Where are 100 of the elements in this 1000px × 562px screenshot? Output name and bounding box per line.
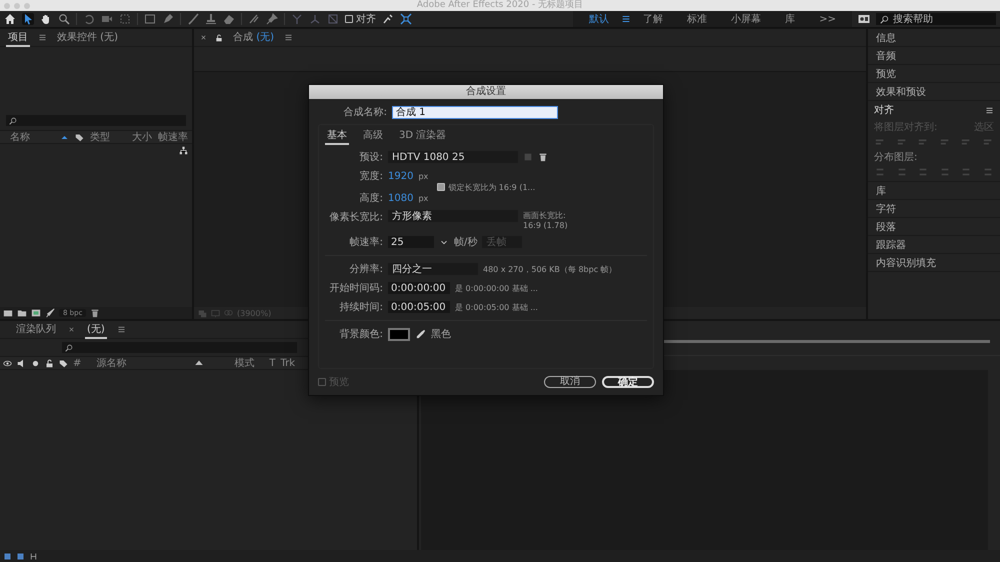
rotate-icon[interactable] — [83, 13, 95, 25]
puppet-pin-icon[interactable] — [266, 13, 278, 25]
column-header[interactable]: T — [269, 358, 276, 368]
workspace-overflow-button[interactable]: >> — [807, 14, 848, 24]
world-axis-icon[interactable] — [309, 13, 321, 25]
resolution-info: 480 x 270，506 KB（每 8bpc 帧） — [483, 264, 617, 274]
field-label: 分辨率: — [348, 262, 383, 276]
panel-menu-icon[interactable] — [38, 33, 47, 42]
sync-settings-icon[interactable] — [858, 13, 870, 25]
field-label: 持续时间: — [338, 300, 383, 314]
new-composition-icon[interactable] — [31, 308, 41, 318]
workspace-tab[interactable]: 标准 — [675, 12, 720, 26]
view-axis-icon[interactable] — [327, 13, 339, 25]
search-icon — [880, 14, 889, 24]
transfer-controls-icon[interactable] — [16, 552, 25, 560]
interpret-footage-icon[interactable] — [3, 308, 13, 318]
trash-icon[interactable] — [90, 308, 100, 318]
hand-icon[interactable] — [40, 13, 52, 25]
folder-icon[interactable] — [17, 308, 27, 318]
panel-tab[interactable]: 效果控件 (无) — [55, 29, 120, 46]
dialog-tab[interactable]: 3D 渲染器 — [397, 127, 448, 145]
cancel-button[interactable]: 取消 — [544, 376, 596, 388]
visibility-icon[interactable] — [3, 358, 12, 368]
workspace-tab[interactable]: 小屏幕 — [719, 12, 774, 26]
duration-icon[interactable] — [29, 552, 38, 560]
home-icon[interactable] — [4, 13, 16, 25]
zoom-icon[interactable] — [58, 13, 70, 25]
column-header[interactable]: 源名称 — [86, 356, 164, 370]
composition-name-field[interactable]: 合成 1 — [392, 106, 558, 118]
frame-rate-field[interactable]: 25 — [388, 236, 434, 248]
close-icon[interactable] — [200, 34, 207, 41]
search-icon — [65, 344, 73, 352]
field-label: 像素长宽比: — [328, 210, 383, 224]
dialog-tab[interactable]: 基本 — [325, 127, 349, 145]
distribute-label: 分布图层: — [874, 151, 918, 164]
trash-icon[interactable] — [538, 152, 548, 162]
timecode-info: 是 0:00:00:00 基础 ... — [455, 282, 538, 294]
project-search-field[interactable] — [6, 115, 186, 126]
dialog-tab[interactable]: 高级 — [361, 127, 385, 145]
menu-icon[interactable] — [621, 14, 632, 24]
camera-icon[interactable] — [101, 13, 113, 25]
window-title: Adobe After Effects 2020 - 无标题项目 — [416, 0, 584, 11]
panel-menu-icon[interactable] — [116, 325, 126, 334]
duration-field[interactable]: 0:00:05:00 — [388, 301, 450, 313]
workspace-tab[interactable]: 库 — [773, 12, 808, 26]
color-swatch[interactable] — [388, 328, 410, 340]
roto-brush-icon[interactable] — [248, 13, 260, 25]
eyedropper-icon[interactable] — [415, 328, 426, 340]
height-value[interactable]: 1080 — [388, 192, 414, 204]
pan-behind-icon[interactable] — [119, 13, 131, 25]
layer-switches-icon[interactable] — [3, 552, 12, 560]
flowchart-icon[interactable] — [179, 146, 188, 155]
label-tag-icon[interactable] — [75, 132, 84, 142]
lock-aspect-checkbox[interactable]: 锁定长宽比为 16:9 (1... — [437, 182, 536, 192]
panel-title: 对齐 — [874, 104, 894, 117]
expand-icon[interactable] — [400, 13, 412, 25]
pen-icon[interactable] — [162, 13, 174, 25]
solo-icon[interactable] — [31, 358, 40, 368]
preset-dropdown[interactable]: HDTV 1080 25 — [388, 151, 518, 163]
column-header[interactable]: 类型 — [90, 130, 126, 144]
workspace-tab[interactable]: 了解 — [631, 12, 676, 26]
panel-menu-icon[interactable] — [284, 33, 293, 42]
stamp-icon[interactable] — [205, 13, 217, 25]
axis-icon[interactable] — [291, 13, 303, 25]
help-search-field[interactable]: 搜索帮助 — [876, 13, 996, 25]
workspace-tab[interactable]: 默认 — [577, 12, 622, 26]
column-header[interactable]: 模式 — [234, 356, 264, 370]
brush-icon[interactable] — [187, 13, 199, 25]
field-label: 合成名称: — [342, 106, 387, 119]
panel-tab[interactable]: 项目 — [6, 29, 30, 46]
start-timecode-field[interactable]: 0:00:00:00 — [388, 282, 450, 294]
column-header[interactable]: 帧速率 — [158, 130, 188, 144]
snap-icon[interactable] — [382, 13, 394, 25]
frame-aspect-label: 画面长宽比: — [523, 210, 567, 221]
lock-icon[interactable] — [45, 358, 54, 368]
column-header[interactable]: # — [73, 358, 82, 368]
panel-tab[interactable]: (无) — [85, 321, 107, 338]
column-header[interactable]: Trk — [280, 358, 296, 368]
audio-icon[interactable] — [17, 358, 26, 368]
lock-icon[interactable] — [215, 34, 223, 42]
composition-tab[interactable]: 合成 (无) — [231, 29, 276, 46]
column-header[interactable]: 大小 — [132, 130, 152, 144]
dialog-title: 合成设置 — [309, 85, 663, 99]
layer-search-field[interactable] — [62, 342, 297, 353]
width-value[interactable]: 1920 — [388, 170, 414, 182]
render-icon[interactable] — [45, 308, 55, 318]
close-icon[interactable] — [68, 326, 75, 333]
eraser-icon[interactable] — [223, 13, 235, 25]
column-header[interactable]: 名称 — [4, 130, 54, 144]
pixel-aspect-dropdown[interactable]: 方形像素 — [388, 210, 518, 222]
frame-aspect-value: 16:9 (1.78) — [523, 221, 568, 230]
ok-button[interactable]: 确定 — [602, 376, 654, 388]
panel-menu-icon[interactable] — [985, 106, 994, 114]
resolution-dropdown[interactable]: 四分之一 — [388, 263, 478, 275]
field-label: 背景颜色: — [338, 328, 383, 341]
align-checkbox[interactable]: 对齐 — [345, 12, 376, 26]
label-tag-icon[interactable] — [59, 358, 68, 368]
rectangle-tool-icon[interactable] — [144, 13, 156, 25]
panel-tab[interactable]: 渲染队列 — [14, 321, 58, 338]
selection-arrow-icon[interactable] — [22, 13, 34, 25]
